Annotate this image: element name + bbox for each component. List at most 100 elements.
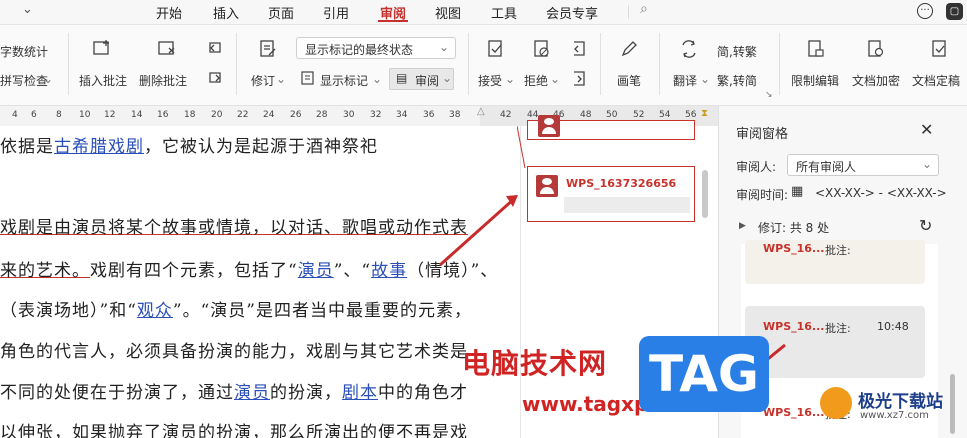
review-time-value[interactable]: <XX-XX-> - <XX-XX-> <box>815 186 947 200</box>
doc-line-4: （表演场地）”和“观众”。“演员”是四者当中最重要的元素， <box>0 301 472 321</box>
accept-button[interactable]: 接受 <box>478 72 502 89</box>
ruler-tick: 56 <box>685 110 697 120</box>
menu-references[interactable]: 引用 <box>323 3 349 22</box>
doc-finalize-button[interactable]: 文档定稿 <box>912 72 960 89</box>
reviewer-select[interactable]: 所有审阅人 ⌄ <box>787 154 939 176</box>
doc-link[interactable]: 古希腊戏剧 <box>54 137 144 157</box>
pen-icon[interactable] <box>619 39 639 59</box>
doc-line-3: 来的艺术。戏剧有四个元素，包括了“演员”、“故事（情境）”、 <box>0 261 499 281</box>
ruler-tick: 32 <box>370 110 382 120</box>
menu-tools[interactable]: 工具 <box>491 3 517 22</box>
translate-icon[interactable] <box>679 39 699 59</box>
next-comment-icon[interactable] <box>206 69 226 89</box>
menu-home[interactable]: 开始 <box>156 3 182 22</box>
comment-author: WPS_1637326656 <box>566 177 677 190</box>
ruler-tick: 44 <box>527 110 539 120</box>
logo-text: 极光下载站 <box>858 392 943 412</box>
reviewer-value: 所有审阅人 <box>796 160 857 174</box>
delete-comment-button[interactable]: 删除批注 <box>139 72 187 89</box>
comment-input[interactable] <box>564 197 690 213</box>
chevron-down-icon: ⌄ <box>921 157 932 171</box>
ruler-tick: 8 <box>56 110 62 120</box>
doc-line-1: 依据是古希腊戏剧，它被认为是起源于酒神祭祀 <box>0 137 378 157</box>
ruler-tick: 24 <box>263 110 275 120</box>
search-icon[interactable]: ⌕ <box>640 1 648 17</box>
ruler-tick: 12 <box>104 110 116 120</box>
show-markup-button[interactable]: 显示标记 <box>320 72 368 89</box>
previous-change-icon[interactable] <box>569 39 589 59</box>
avatar-icon <box>538 115 560 137</box>
track-changes-button[interactable]: 修订 <box>251 72 275 89</box>
close-icon[interactable]: ✕ <box>920 120 933 139</box>
word-count-button[interactable]: 字数统计 <box>0 43 48 60</box>
ruler-tick: 50 <box>606 110 618 120</box>
doc-link[interactable]: 观众 <box>137 301 173 321</box>
doc-line-2: 戏剧是由演员将某个故事或情境，以对话、歌唱或动作式表 <box>0 218 468 238</box>
ruler-tick: 10 <box>79 110 91 120</box>
doc-link[interactable]: 演员 <box>234 383 270 403</box>
doc-line-7: 以伸张，如果抛弃了演员的扮演，那么所演出的便不再是戏 <box>0 423 468 438</box>
ruler-tick: 30 <box>343 110 355 120</box>
spell-check-button[interactable]: 拼写检查 <box>0 72 48 89</box>
delete-comment-icon[interactable] <box>157 39 177 59</box>
ruler-tick: 20 <box>211 110 223 120</box>
doc-link[interactable]: 剧本 <box>342 383 378 403</box>
doc-line-5: 角色的代言人，必须具备扮演的能力，戏剧与其它艺术类是 <box>0 342 468 362</box>
trad-conversion-button[interactable]: 简,转繁 <box>717 43 757 60</box>
doc-encrypt-button[interactable]: 文档加密 <box>852 72 900 89</box>
review-time-label: 审阅时间: <box>736 188 789 202</box>
accept-icon[interactable] <box>486 39 506 59</box>
doc-link[interactable]: 演员 <box>298 261 334 281</box>
revisions-count: 修订: 共 8 处 <box>758 221 830 235</box>
menu-page[interactable]: 页面 <box>268 3 294 22</box>
ruler-tick: 16 <box>157 110 169 120</box>
revision-item[interactable]: WPS_16... 批注: 10:48 <box>745 306 925 378</box>
avatar-icon <box>536 175 558 197</box>
more-icon[interactable]: ··· <box>917 3 933 19</box>
review-pane-label: 审阅 <box>415 74 440 88</box>
doc-link[interactable]: 故事 <box>371 261 407 281</box>
refresh-icon[interactable]: ↻ <box>919 216 932 235</box>
tag-logo: TAG <box>639 336 769 412</box>
active-tab-indicator <box>378 20 408 22</box>
ribbon-toolbar: 字数统计 拼写检查 ⌄ 插入批注 删除批注 修订 ⌄ 显示标记的最终状态 ⌄ 显… <box>0 25 967 106</box>
reject-button[interactable]: 拒绝 <box>524 72 548 89</box>
menu-insert[interactable]: 插入 <box>213 3 239 22</box>
review-pane-button[interactable]: ▤ 审阅 ⌄ <box>389 68 454 90</box>
balloon-scrollbar[interactable] <box>702 170 708 218</box>
expand-icon[interactable]: ▢ <box>946 3 963 20</box>
display-mode-select[interactable]: 显示标记的最终状态 ⌄ <box>296 37 456 59</box>
restrict-edit-button[interactable]: 限制编辑 <box>791 72 839 89</box>
doc-finalize-icon[interactable] <box>930 39 950 59</box>
tab-marker[interactable]: ⧗ <box>701 108 708 119</box>
insert-comment-button[interactable]: 插入批注 <box>79 72 127 89</box>
simp-conversion-button[interactable]: 繁,转简 <box>717 72 757 89</box>
comment-card[interactable]: WPS_1637326656 <box>527 166 695 222</box>
expand-arrow-icon[interactable]: ▶ <box>739 221 746 231</box>
previous-comment-icon[interactable] <box>206 39 226 59</box>
insert-comment-icon[interactable] <box>92 39 112 59</box>
next-change-icon[interactable] <box>569 69 589 89</box>
calendar-icon[interactable]: ▦ <box>791 184 803 199</box>
reject-icon[interactable] <box>532 39 552 59</box>
menu-view[interactable]: 视图 <box>435 3 461 22</box>
chevron-down-icon[interactable]: ⌄ <box>22 2 33 17</box>
doc-encrypt-icon[interactable] <box>866 39 886 59</box>
pen-button[interactable]: 画笔 <box>617 72 641 89</box>
show-markup-icon[interactable] <box>300 70 316 86</box>
ruler-tick: 34 <box>396 110 408 120</box>
translate-button[interactable]: 翻译 <box>673 72 697 89</box>
indent-marker[interactable]: △ <box>477 106 485 117</box>
menu-member[interactable]: 会员专享 <box>546 3 598 22</box>
revision-item[interactable]: WPS_16... 批注: <box>745 240 925 284</box>
menu-bar: ⌄ 开始 插入 页面 引用 审阅 视图 工具 会员专享 ⌕ ··· ▢ <box>0 0 967 25</box>
restrict-edit-icon[interactable] <box>806 39 826 59</box>
review-pane-title: 审阅窗格 <box>736 127 789 142</box>
ruler-tick: 14 <box>131 110 143 120</box>
document-page[interactable]: 依据是古希腊戏剧，它被认为是起源于酒神祭祀 戏剧是由演员将某个故事或情境，以对话… <box>0 126 520 438</box>
display-mode-value: 显示标记的最终状态 <box>305 43 414 57</box>
comment-connector <box>517 126 526 169</box>
track-changes-icon[interactable] <box>258 39 278 59</box>
comment-card-prev[interactable] <box>527 115 695 140</box>
ruler-tick: 18 <box>184 110 196 120</box>
